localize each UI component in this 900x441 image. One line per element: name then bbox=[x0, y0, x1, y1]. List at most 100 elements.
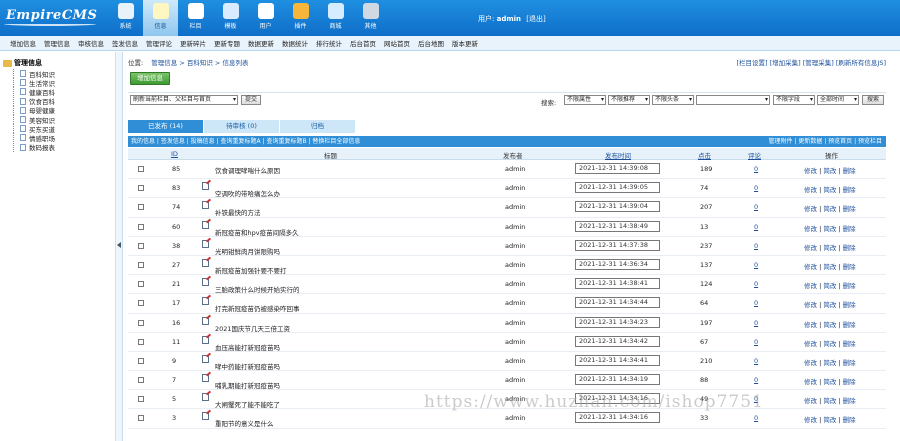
simple-edit-link[interactable]: 简改 bbox=[823, 397, 836, 405]
row-comments[interactable]: 0 bbox=[754, 319, 758, 327]
row-title[interactable]: 饮食调理哮喘什么原因 bbox=[215, 165, 280, 175]
row-title[interactable]: 重阳节的意义是什么 bbox=[215, 418, 274, 428]
row-checkbox[interactable] bbox=[138, 261, 144, 268]
row-time-field[interactable]: 2021-12-31 14:38:41 bbox=[575, 278, 660, 290]
delete-link[interactable]: 删除 bbox=[843, 397, 856, 405]
menu-item-13[interactable]: 版本更新 bbox=[452, 38, 478, 48]
row-checkbox[interactable] bbox=[138, 415, 144, 422]
edit-link[interactable]: 修改 bbox=[804, 205, 817, 213]
row-checkbox[interactable] bbox=[138, 319, 144, 326]
delete-link[interactable]: 删除 bbox=[843, 416, 856, 424]
sidebar-item-2[interactable]: 健康百科 bbox=[3, 87, 115, 97]
delete-link[interactable]: 删除 bbox=[843, 186, 856, 194]
sidebar-item-5[interactable]: 美容知识 bbox=[3, 115, 115, 125]
edit-link[interactable]: 修改 bbox=[804, 186, 817, 194]
row-title[interactable]: 空调吹的带哈痛怎么办 bbox=[215, 188, 280, 198]
sidebar-item-7[interactable]: 情感职场 bbox=[3, 133, 115, 143]
row-comments[interactable]: 0 bbox=[754, 299, 758, 307]
app-logo[interactable]: EmpireCMS bbox=[6, 8, 97, 23]
delete-link[interactable]: 删除 bbox=[843, 244, 856, 252]
row-checkbox[interactable] bbox=[138, 223, 144, 230]
submit-button[interactable]: 提交 bbox=[241, 95, 261, 105]
sidebar-item-3[interactable]: 饮食百科 bbox=[3, 96, 115, 106]
time-select[interactable]: 全部时间 bbox=[817, 95, 859, 105]
simple-edit-link[interactable]: 简改 bbox=[823, 282, 836, 290]
row-comments[interactable]: 0 bbox=[754, 280, 758, 288]
row-comments[interactable]: 0 bbox=[754, 203, 758, 211]
edit-link[interactable]: 修改 bbox=[804, 282, 817, 290]
sub-links-left[interactable]: 我的信息 | 签发信息 | 投稿信息 | 查询重复标题A | 查询重复标题B |… bbox=[131, 138, 360, 145]
topnav-item-2[interactable]: 栏目 bbox=[178, 0, 213, 36]
row-time-field[interactable]: 2021-12-31 14:38:49 bbox=[575, 220, 660, 232]
row-comments[interactable]: 0 bbox=[754, 242, 758, 250]
row-time-field[interactable]: 2021-12-31 14:34:23 bbox=[575, 316, 660, 328]
row-title[interactable]: 血压高能打新冠疫苗吗 bbox=[215, 342, 280, 352]
row-checkbox[interactable] bbox=[138, 166, 144, 172]
row-checkbox[interactable] bbox=[138, 396, 144, 403]
edit-link[interactable]: 修改 bbox=[804, 378, 817, 386]
row-checkbox[interactable] bbox=[138, 281, 144, 288]
col-time[interactable]: 发布时间 bbox=[605, 150, 631, 160]
search-button[interactable]: 搜索 bbox=[862, 95, 884, 105]
edit-link[interactable]: 修改 bbox=[804, 263, 817, 271]
row-comments[interactable]: 0 bbox=[754, 261, 758, 269]
row-time-field[interactable]: 2021-12-31 14:37:38 bbox=[575, 239, 660, 251]
sidebar-item-8[interactable]: 数码报表 bbox=[3, 142, 115, 152]
sidebar-item-4[interactable]: 母婴健康 bbox=[3, 105, 115, 115]
row-time-field[interactable]: 2021-12-31 14:39:04 bbox=[575, 201, 660, 213]
menu-item-1[interactable]: 管理信息 bbox=[44, 38, 70, 48]
row-time-field[interactable]: 2021-12-31 14:34:44 bbox=[575, 297, 660, 309]
row-comments[interactable]: 0 bbox=[754, 165, 758, 173]
row-checkbox[interactable] bbox=[138, 185, 144, 192]
row-time-field[interactable]: 2021-12-31 14:36:34 bbox=[575, 258, 660, 270]
delete-link[interactable]: 删除 bbox=[843, 321, 856, 329]
row-comments[interactable]: 0 bbox=[754, 376, 758, 384]
edit-link[interactable]: 修改 bbox=[804, 340, 817, 348]
menu-item-12[interactable]: 后台地图 bbox=[418, 38, 444, 48]
row-checkbox[interactable] bbox=[138, 357, 144, 364]
row-comments[interactable]: 0 bbox=[754, 414, 758, 422]
edit-link[interactable]: 修改 bbox=[804, 301, 817, 309]
menu-item-8[interactable]: 数据统计 bbox=[282, 38, 308, 48]
topnav-item-5[interactable]: 插件 bbox=[283, 0, 318, 36]
simple-edit-link[interactable]: 简改 bbox=[823, 167, 836, 175]
row-comments[interactable]: 0 bbox=[754, 223, 758, 231]
row-time-field[interactable]: 2021-12-31 14:34:41 bbox=[575, 354, 660, 366]
delete-link[interactable]: 删除 bbox=[843, 359, 856, 367]
col-clicks[interactable]: 点击 bbox=[698, 150, 711, 160]
menu-item-3[interactable]: 签发信息 bbox=[112, 38, 138, 48]
row-checkbox[interactable] bbox=[138, 204, 144, 211]
attribute-select[interactable]: 不限属性 bbox=[564, 95, 606, 105]
topnav-item-1[interactable]: 信息 bbox=[143, 0, 178, 36]
edit-link[interactable]: 修改 bbox=[804, 397, 817, 405]
row-checkbox[interactable] bbox=[138, 377, 144, 384]
sidebar-title[interactable]: 管理信息 bbox=[3, 58, 115, 68]
menu-item-7[interactable]: 数据更新 bbox=[248, 38, 274, 48]
edit-link[interactable]: 修改 bbox=[804, 225, 817, 233]
simple-edit-link[interactable]: 简改 bbox=[823, 359, 836, 367]
row-title[interactable]: 补铁最快的方法 bbox=[215, 207, 261, 217]
menu-item-4[interactable]: 管理评论 bbox=[146, 38, 172, 48]
edit-link[interactable]: 修改 bbox=[804, 321, 817, 329]
menu-item-11[interactable]: 网站首页 bbox=[384, 38, 410, 48]
menu-item-10[interactable]: 后台首页 bbox=[350, 38, 376, 48]
field-select[interactable]: 不限字段 bbox=[773, 95, 815, 105]
tab-2[interactable]: 归档 bbox=[280, 120, 355, 133]
row-time-field[interactable]: 2021-12-31 14:34:19 bbox=[575, 374, 660, 386]
menu-item-0[interactable]: 增加信息 bbox=[10, 38, 36, 48]
row-title[interactable]: 打完新冠疫苗仍被感染咋回事 bbox=[215, 303, 300, 313]
logout-link[interactable]: [退出] bbox=[526, 15, 545, 23]
menu-item-2[interactable]: 审核信息 bbox=[78, 38, 104, 48]
tab-1[interactable]: 待审核 (0) bbox=[204, 120, 279, 133]
headline-select[interactable]: 不限头条 bbox=[652, 95, 694, 105]
row-time-field[interactable]: 2021-12-31 14:39:05 bbox=[575, 182, 660, 194]
recommend-select[interactable]: 不限推荐 bbox=[608, 95, 650, 105]
simple-edit-link[interactable]: 简改 bbox=[823, 205, 836, 213]
row-title[interactable]: 哮中药能打新冠疫苗吗 bbox=[215, 361, 280, 371]
search-input[interactable] bbox=[696, 95, 770, 105]
simple-edit-link[interactable]: 简改 bbox=[823, 225, 836, 233]
row-comments[interactable]: 0 bbox=[754, 338, 758, 346]
simple-edit-link[interactable]: 简改 bbox=[823, 416, 836, 424]
row-title[interactable]: 新冠疫苗加强针要不要打 bbox=[215, 265, 287, 275]
sidebar-item-6[interactable]: 买东买道 bbox=[3, 124, 115, 134]
